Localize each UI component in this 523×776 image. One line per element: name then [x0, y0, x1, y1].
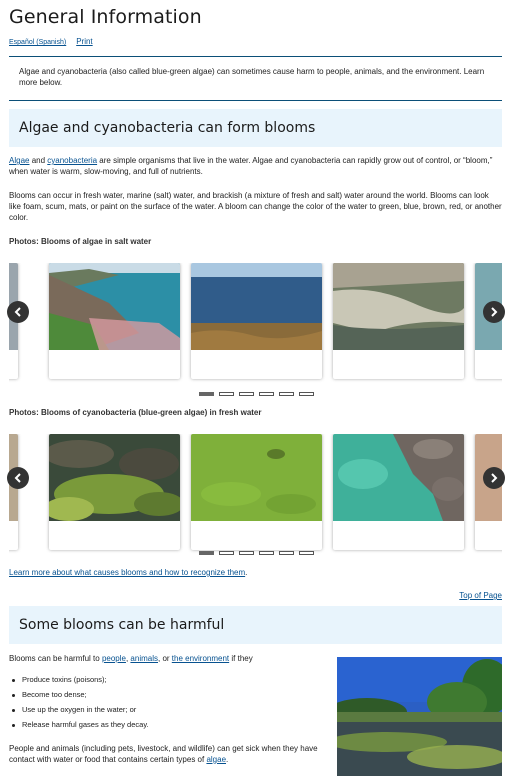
intro-text: Algae and cyanobacteria (also called blu… — [19, 67, 485, 87]
animals-link[interactable]: animals — [130, 654, 158, 663]
paragraph-people-animals: People and animals (including pets, live… — [9, 744, 331, 766]
list-item: Produce toxins (poisons); — [9, 675, 329, 690]
chevron-right-icon — [491, 307, 498, 317]
carousel-dot[interactable] — [219, 392, 234, 396]
section-heading-text: Some blooms can be harmful — [19, 616, 225, 633]
carousel-card-partial[interactable] — [475, 434, 502, 550]
carousel-dot[interactable] — [259, 551, 274, 555]
bloom-photo-green-scum — [191, 434, 322, 521]
spanish-link[interactable]: Español (Spanish) — [9, 38, 66, 47]
carousel-card[interactable] — [333, 434, 464, 550]
carousel-dots — [199, 392, 314, 396]
paragraph-text: Blooms can occur in fresh water, marine … — [9, 191, 502, 222]
bloom-photo-blue-green-shore — [333, 434, 464, 521]
list-item: Use up the oxygen in the water; or — [9, 705, 329, 720]
section-heading-text: Algae and cyanobacteria can form blooms — [19, 119, 316, 136]
carousel-dot[interactable] — [279, 551, 294, 555]
text: if they — [229, 654, 253, 663]
text: Blooms can be harmful to — [9, 654, 102, 663]
carousel-dot[interactable] — [199, 551, 214, 555]
pond-bloom-photo — [337, 657, 502, 776]
bloom-photo-rocky-coast — [49, 263, 180, 350]
people-link[interactable]: people — [102, 654, 126, 663]
carousel-dot[interactable] — [279, 392, 294, 396]
carousel-prev-button[interactable] — [7, 301, 29, 323]
carousel-dot[interactable] — [259, 392, 274, 396]
section-heading-blooms: Algae and cyanobacteria can form blooms — [9, 109, 502, 147]
text: , or — [158, 654, 172, 663]
carousel-dot[interactable] — [299, 392, 314, 396]
carousel-card-partial[interactable] — [9, 434, 18, 550]
carousel-card[interactable] — [49, 434, 180, 550]
text-and: and — [29, 156, 48, 165]
learn-more-line: Learn more about what causes blooms and … — [9, 568, 502, 579]
section-heading-harmful: Some blooms can be harmful — [9, 606, 502, 644]
algae-link[interactable]: algae — [206, 755, 226, 764]
carousel-dot[interactable] — [299, 551, 314, 555]
cyanobacteria-link[interactable]: cyanobacteria — [47, 156, 97, 165]
environment-link[interactable]: the environment — [172, 654, 229, 663]
chevron-left-icon — [14, 473, 21, 483]
pond-photo — [337, 657, 502, 776]
photos-fresh-water-label: Photos: Blooms of cyanobacteria (blue-gr… — [9, 408, 262, 417]
algae-link[interactable]: Algae — [9, 156, 29, 165]
carousel-next-button[interactable] — [483, 467, 505, 489]
photos-salt-water-label: Photos: Blooms of algae in salt water — [9, 237, 152, 246]
list-item: Become too dense; — [9, 690, 329, 705]
carousel-dot[interactable] — [239, 392, 254, 396]
text: People and animals (including pets, live… — [9, 744, 318, 764]
chevron-left-icon — [14, 307, 21, 317]
print-link[interactable]: Print — [76, 37, 92, 48]
paragraph-what-are-algae: Algae and cyanobacteria are simple organ… — [9, 156, 502, 178]
carousel-dot[interactable] — [219, 551, 234, 555]
carousel-fresh-water[interactable] — [9, 434, 502, 554]
carousel-salt-water[interactable] — [9, 263, 502, 383]
carousel-dot[interactable] — [239, 551, 254, 555]
learn-more-link[interactable]: Learn more about what causes blooms and … — [9, 568, 245, 577]
bloom-photo-green-mats — [49, 434, 180, 521]
text: . — [226, 754, 229, 764]
chevron-right-icon — [491, 473, 498, 483]
carousel-card[interactable] — [191, 434, 322, 550]
learn-more-period: . — [245, 568, 248, 577]
carousel-prev-button[interactable] — [7, 467, 29, 489]
bloom-photo-open-sea — [191, 263, 322, 350]
carousel-card[interactable] — [191, 263, 322, 379]
page-title: General Information — [9, 6, 202, 28]
language-print-links: Español (Spanish) Print — [9, 37, 93, 48]
top-of-page-link[interactable]: Top of Page — [459, 591, 502, 602]
intro-callout: Algae and cyanobacteria (also called blu… — [9, 56, 502, 101]
paragraph-where-blooms: Blooms can occur in fresh water, marine … — [9, 191, 502, 223]
carousel-dot[interactable] — [199, 392, 214, 396]
harm-list: Produce toxins (poisons); Become too den… — [9, 675, 329, 735]
carousel-next-button[interactable] — [483, 301, 505, 323]
bloom-photo-brown-shore — [333, 263, 464, 350]
paragraph-harmful-intro: Blooms can be harmful to people, animals… — [9, 654, 329, 665]
carousel-card[interactable] — [333, 263, 464, 379]
carousel-dots — [199, 551, 314, 555]
list-item: Release harmful gases as they decay. — [9, 720, 329, 735]
carousel-card[interactable] — [49, 263, 180, 379]
